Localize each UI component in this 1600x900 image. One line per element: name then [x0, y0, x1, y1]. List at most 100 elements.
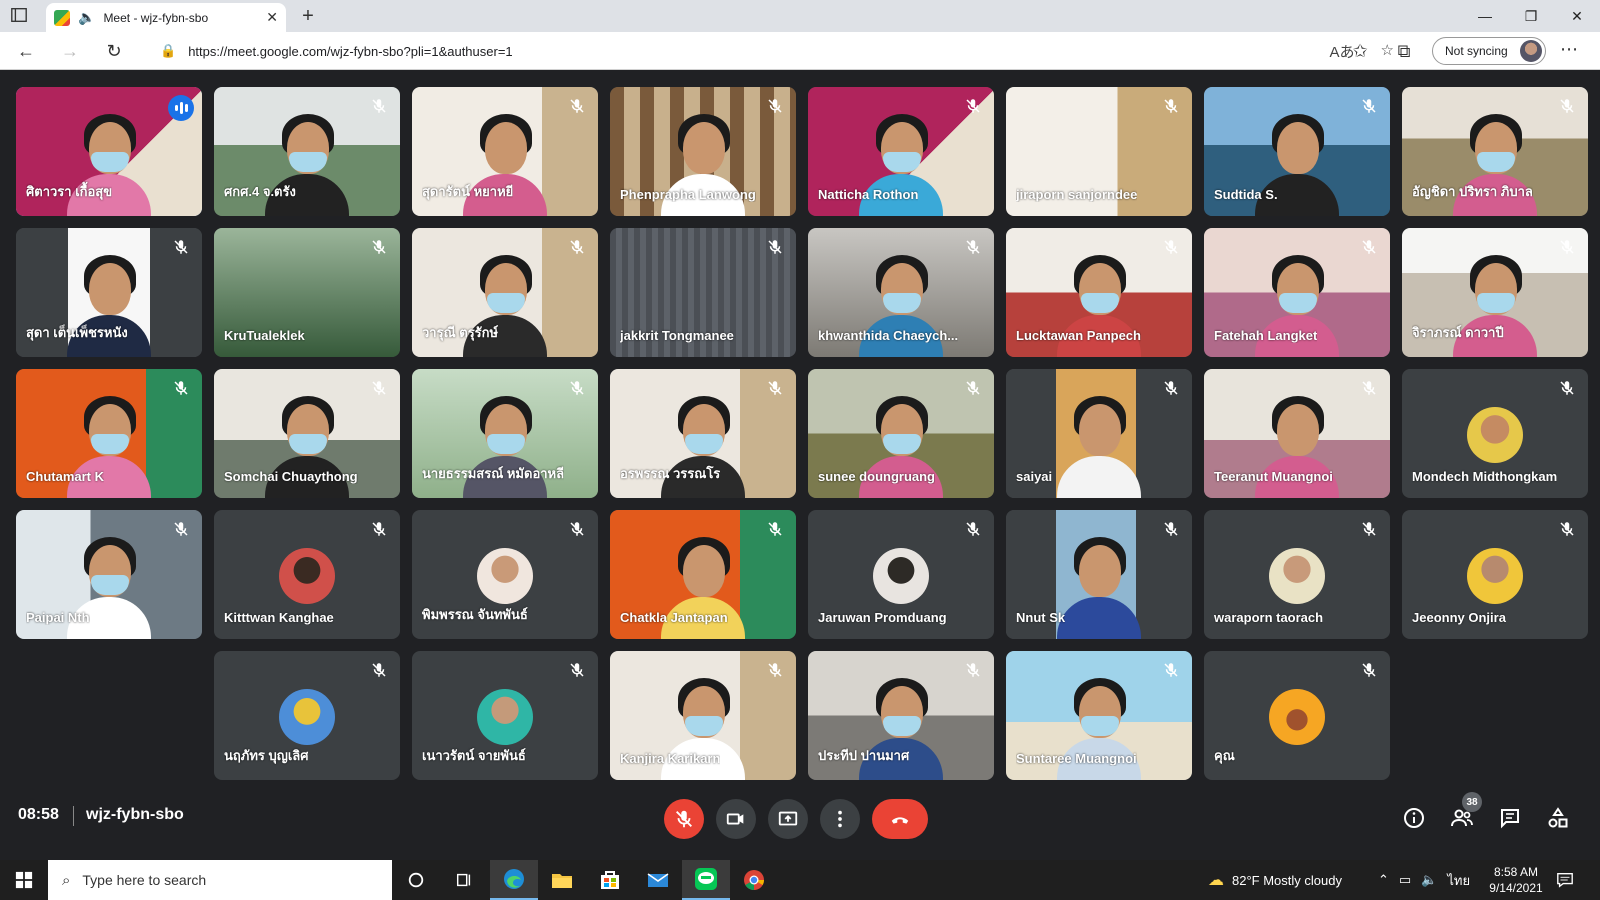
participant-tile[interactable]: เนาวรัตน์ จายพันธ์ [412, 651, 598, 780]
address-bar[interactable]: 🔒 https://meet.google.com/wjz-fybn-sbo?p… [146, 36, 1408, 66]
participant-tile[interactable]: Natticha Rothon [808, 87, 994, 216]
volume-icon[interactable]: 🔈 [1421, 872, 1437, 888]
url-text[interactable]: https://meet.google.com/wjz-fybn-sbo?pli… [188, 44, 1317, 59]
mic-muted-icon [1162, 520, 1180, 538]
taskbar-clock[interactable]: 8:58 AM 9/14/2021 [1484, 864, 1548, 896]
participant-tile[interactable]: Kitttwan Kanghae [214, 510, 400, 639]
present-screen-button[interactable] [768, 799, 808, 839]
mail-icon [647, 873, 669, 887]
chat-button[interactable] [1496, 804, 1524, 832]
meeting-details-button[interactable] [1400, 804, 1428, 832]
participant-tile[interactable]: Lucktawan Panpech [1006, 228, 1192, 357]
camera-button[interactable] [716, 799, 756, 839]
participant-tile[interactable]: Chutamart K [16, 369, 202, 498]
participant-tile[interactable]: ศิตาวรา เกื้อสุข [16, 87, 202, 216]
minimize-icon[interactable]: — [1462, 0, 1508, 32]
taskbar-edge[interactable] [490, 860, 538, 900]
tab-audio-icon[interactable]: 🔈 [78, 9, 95, 26]
tab-title: Meet - wjz-fybn-sbo [103, 10, 209, 25]
participant-tile[interactable]: Nnut Sk [1006, 510, 1192, 639]
participant-tile[interactable]: สุดา เต็นเพ็ชรหนัง [16, 228, 202, 357]
participant-tile[interactable]: waraporn taorach [1204, 510, 1390, 639]
participant-tile[interactable]: อรพรรณ วรรณโร [610, 369, 796, 498]
participant-tile[interactable]: Fatehah Langket [1204, 228, 1390, 357]
forward-icon[interactable]: → [58, 39, 82, 63]
more-options-button[interactable] [820, 799, 860, 839]
participant-tile[interactable]: นายธรรมสรณ์ หมัดอาหลี [412, 369, 598, 498]
participant-tile[interactable]: jiraporn sanjorndee [1006, 87, 1192, 216]
meet-control-bar: 08:58 wjz-fybn-sbo [0, 780, 1600, 860]
participant-tile[interactable]: Mondech Midthongkam [1402, 369, 1588, 498]
participant-tile[interactable]: พิมพรรณ จันทพันธ์ [412, 510, 598, 639]
tab-actions-icon[interactable] [10, 6, 30, 26]
participant-name: อรพรรณ วรรณโร [620, 466, 721, 481]
participant-tile[interactable]: อัญชิดา ปริทรา ภิบาล [1402, 87, 1588, 216]
lock-icon[interactable]: 🔒 [160, 43, 176, 59]
activities-button[interactable] [1544, 804, 1572, 832]
taskbar-store[interactable] [586, 860, 634, 900]
participant-tile[interactable]: สุดารัตน์ หยาหยี [412, 87, 598, 216]
mic-muted-icon [568, 379, 586, 397]
sync-label: Not syncing [1445, 44, 1508, 58]
more-options-icon[interactable]: ⋯ [1560, 39, 1578, 60]
participant-tile[interactable]: นฤภัทร บุญเลิศ [214, 651, 400, 780]
participant-tile[interactable]: Somchai Chuaythong [214, 369, 400, 498]
mic-muted-icon [172, 238, 190, 256]
store-icon [601, 871, 619, 889]
participant-tile[interactable]: วารุณี ตรุรักษ์ [412, 228, 598, 357]
taskbar-mail[interactable] [634, 860, 682, 900]
cortana-button[interactable] [392, 860, 440, 900]
close-window-icon[interactable]: ✕ [1554, 0, 1600, 32]
back-icon[interactable]: ← [14, 39, 38, 63]
participant-name: นฤภัทร บุญเลิศ [224, 748, 309, 763]
notifications-button[interactable] [1556, 860, 1574, 900]
participant-tile[interactable]: ประทีป ปานมาศ [808, 651, 994, 780]
participant-tile[interactable]: จิราภรณ์ ดาวาปี [1402, 228, 1588, 357]
input-language[interactable]: ไทย [1447, 870, 1470, 891]
participant-name: ศิตาวรา เกื้อสุข [26, 184, 113, 199]
participant-tile[interactable]: khwanthida Chaeych... [808, 228, 994, 357]
participant-tile[interactable]: Phenprapha Lanwong [610, 87, 796, 216]
collections-icon[interactable]: ⧉ [1392, 39, 1416, 63]
participant-tile[interactable]: KruTualeklek [214, 228, 400, 357]
weather-widget[interactable]: ☁ 82°F Mostly cloudy [1208, 860, 1342, 900]
participant-tile[interactable]: ศกศ.4 จ.ตรัง [214, 87, 400, 216]
participant-tile[interactable]: Jaruwan Promduang [808, 510, 994, 639]
participant-tile[interactable]: Jeeonny Onjira [1402, 510, 1588, 639]
taskbar-file-explorer[interactable] [538, 860, 586, 900]
participant-tile[interactable]: saiyai [1006, 369, 1192, 498]
favorites-icon[interactable]: ✩ [1348, 39, 1372, 63]
mic-muted-icon [964, 379, 982, 397]
participant-name: KruTualeklek [224, 328, 305, 343]
windows-logo-icon [15, 871, 33, 889]
start-button[interactable] [0, 860, 48, 900]
participant-tile[interactable]: Teeranut Muangnoi [1204, 369, 1390, 498]
system-tray: ⌃ ▭ 🔈 ไทย [1378, 860, 1470, 900]
participant-tile[interactable]: Kanjira Karikarn [610, 651, 796, 780]
tray-chevron-icon[interactable]: ⌃ [1378, 872, 1389, 888]
activities-icon [1548, 807, 1568, 828]
taskbar-search-box[interactable]: ⌕ Type here to search [48, 860, 392, 900]
cloud-icon: ☁ [1208, 872, 1224, 889]
network-icon[interactable]: ▭ [1399, 872, 1411, 888]
participant-tile[interactable]: Suntaree Muangnoi [1006, 651, 1192, 780]
maximize-icon[interactable]: ❐ [1508, 0, 1554, 32]
participant-avatar [1269, 689, 1325, 745]
mic-off-button[interactable] [664, 799, 704, 839]
end-call-button[interactable] [872, 799, 928, 839]
divider [73, 806, 74, 826]
new-tab-button[interactable]: + [296, 4, 320, 28]
participant-tile[interactable]: jakkrit Tongmanee [610, 228, 796, 357]
participant-tile[interactable]: คุณ [1204, 651, 1390, 780]
taskbar-line[interactable] [682, 860, 730, 900]
profile-sync-button[interactable]: Not syncing [1432, 37, 1546, 65]
participant-tile[interactable]: Sudtida S. [1204, 87, 1390, 216]
taskbar-chrome[interactable] [730, 860, 778, 900]
participant-tile[interactable]: Chatkla Jantapan [610, 510, 796, 639]
task-view-button[interactable] [440, 860, 488, 900]
tab-close-icon[interactable]: ✕ [266, 9, 278, 26]
participant-tile[interactable]: sunee doungruang [808, 369, 994, 498]
participant-tile[interactable]: Paipai Nth [16, 510, 202, 639]
reload-icon[interactable]: ↻ [102, 39, 126, 63]
browser-tab-meet[interactable]: 🔈 Meet - wjz-fybn-sbo ✕ [46, 3, 286, 32]
